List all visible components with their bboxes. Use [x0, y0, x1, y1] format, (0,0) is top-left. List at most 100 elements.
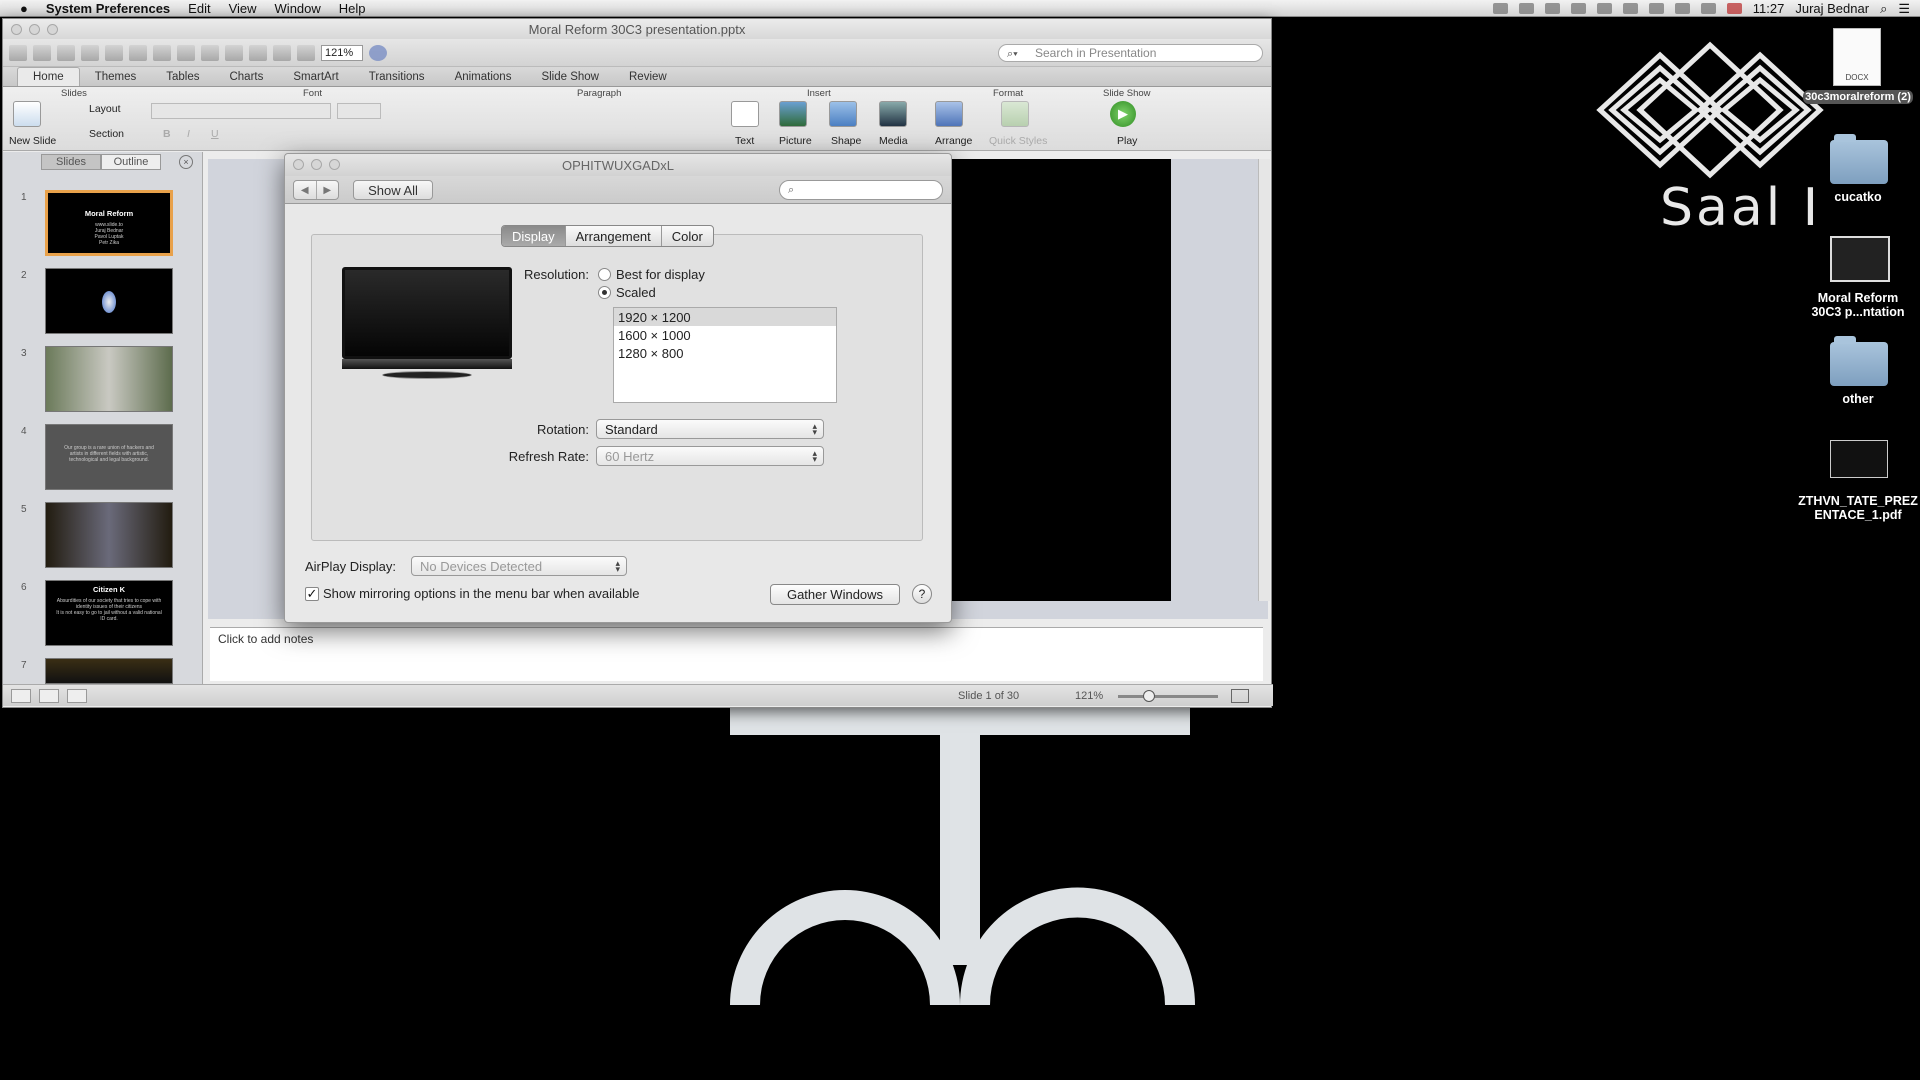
- quick-styles-icon[interactable]: [1001, 101, 1029, 127]
- folder-icon[interactable]: [1830, 134, 1888, 184]
- user-name[interactable]: Juraj Bednar: [1795, 1, 1869, 16]
- templates-icon[interactable]: [33, 44, 51, 61]
- undo-icon[interactable]: [225, 44, 243, 61]
- battery-icon[interactable]: [1700, 3, 1716, 14]
- play-button[interactable]: Play: [1117, 135, 1137, 147]
- cloud-icon[interactable]: [1570, 3, 1586, 14]
- print-icon[interactable]: [105, 44, 123, 61]
- timemachine-icon[interactable]: [1596, 3, 1612, 14]
- redo-icon[interactable]: [249, 44, 267, 61]
- flag-icon[interactable]: [1726, 3, 1742, 14]
- clock[interactable]: 11:27: [1753, 1, 1785, 16]
- new-slide-button[interactable]: New Slide: [9, 135, 56, 147]
- section-button[interactable]: Section: [89, 128, 124, 140]
- tab-arrangement[interactable]: Arrangement: [566, 226, 662, 246]
- menu-view[interactable]: View: [220, 1, 266, 16]
- pdf-file-icon[interactable]: [1830, 440, 1888, 478]
- zoom-button[interactable]: [47, 24, 58, 35]
- window-title-bar[interactable]: OPHITWUXGADxL: [285, 154, 951, 176]
- best-for-display-label[interactable]: Best for display: [616, 267, 705, 282]
- slide-thumbnail[interactable]: [45, 346, 173, 412]
- normal-view-icon[interactable]: [11, 689, 31, 703]
- messages-icon[interactable]: [1518, 3, 1534, 14]
- back-icon[interactable]: ◀: [294, 181, 317, 199]
- gallery-icon[interactable]: [273, 44, 291, 61]
- menu-help[interactable]: Help: [330, 1, 375, 16]
- fit-window-icon[interactable]: [1231, 689, 1249, 703]
- tab-outline[interactable]: Outline: [101, 154, 161, 170]
- tab-display[interactable]: Display: [502, 226, 566, 246]
- zoom-slider-knob[interactable]: [1143, 690, 1155, 702]
- resolution-option[interactable]: 1600 × 1000: [614, 326, 836, 344]
- tab-slides[interactable]: Slides: [41, 154, 101, 170]
- apple-icon[interactable]: ●: [0, 1, 37, 16]
- info-icon[interactable]: [1544, 3, 1560, 14]
- resolution-option[interactable]: 1920 × 1200: [614, 308, 836, 326]
- scaled-label[interactable]: Scaled: [616, 285, 656, 300]
- forward-icon[interactable]: ▶: [317, 181, 339, 199]
- wifi-icon[interactable]: [1648, 3, 1664, 14]
- scaled-radio[interactable]: [598, 286, 611, 299]
- desktop-icon-label[interactable]: other: [1803, 392, 1913, 406]
- preferences-search-input[interactable]: ⌕: [779, 180, 943, 200]
- search-input[interactable]: ⌕▾ Search in Presentation: [998, 44, 1263, 62]
- zoom-button[interactable]: [329, 159, 340, 170]
- picture-button[interactable]: Picture: [779, 135, 812, 147]
- slide-thumbnail[interactable]: Our group is a rare union of hackers and…: [45, 424, 173, 490]
- vertical-scrollbar[interactable]: [1258, 159, 1270, 601]
- tab-review[interactable]: Review: [614, 68, 682, 86]
- current-slide[interactable]: [951, 159, 1171, 601]
- paste-icon[interactable]: [177, 44, 195, 61]
- notes-pane[interactable]: Click to add notes: [210, 627, 1263, 681]
- open-icon[interactable]: [57, 44, 75, 61]
- new-icon[interactable]: [9, 44, 27, 61]
- resolution-option[interactable]: 1280 × 800: [614, 344, 836, 362]
- desktop-icon-label[interactable]: ZTHVN_TATE_PREZENTACE_1.pdf: [1798, 494, 1918, 522]
- zoom-select[interactable]: 121%: [321, 44, 363, 61]
- media-button[interactable]: Media: [879, 135, 908, 147]
- sidebar-icon[interactable]: [297, 44, 315, 61]
- slide-thumbnail[interactable]: [45, 658, 173, 684]
- volume-icon[interactable]: [1674, 3, 1690, 14]
- layout-button[interactable]: Layout: [89, 103, 121, 115]
- play-icon[interactable]: ▶: [1110, 101, 1136, 127]
- close-button[interactable]: [11, 24, 22, 35]
- slide-thumbnail[interactable]: Citizen K Absurdities of our society tha…: [45, 580, 173, 646]
- help-button[interactable]: ?: [912, 584, 932, 604]
- minimize-button[interactable]: [29, 24, 40, 35]
- picture-icon[interactable]: [779, 101, 807, 127]
- arrange-button[interactable]: Arrange: [935, 135, 972, 147]
- format-icon[interactable]: [201, 44, 219, 61]
- spotlight-icon[interactable]: ⌕: [1880, 1, 1887, 17]
- tab-smartart[interactable]: SmartArt: [278, 68, 353, 86]
- slide-thumbnail[interactable]: [45, 502, 173, 568]
- minimize-button[interactable]: [311, 159, 322, 170]
- presenter-view-icon[interactable]: [67, 689, 87, 703]
- slide-thumbnail[interactable]: Moral Reform www.slide.to Juraj Bednar P…: [45, 190, 173, 256]
- shape-icon[interactable]: [829, 101, 857, 127]
- show-all-button[interactable]: Show All: [353, 180, 433, 200]
- text-button[interactable]: Text: [735, 135, 754, 147]
- cut-icon[interactable]: [129, 44, 147, 61]
- shape-button[interactable]: Shape: [831, 135, 861, 147]
- desktop-icon-label[interactable]: cucatko: [1803, 190, 1913, 204]
- resolution-list[interactable]: 1920 × 1200 1600 × 1000 1280 × 800: [613, 307, 837, 403]
- document-icon[interactable]: DOCX: [1833, 28, 1881, 86]
- media-icon[interactable]: [879, 101, 907, 127]
- back-forward-control[interactable]: ◀ ▶: [293, 180, 339, 200]
- copy-icon[interactable]: [153, 44, 171, 61]
- bluetooth-icon[interactable]: [1622, 3, 1638, 14]
- font-size-select[interactable]: [337, 103, 381, 119]
- arrange-icon[interactable]: [935, 101, 963, 127]
- tab-charts[interactable]: Charts: [214, 68, 278, 86]
- menu-edit[interactable]: Edit: [179, 1, 219, 16]
- new-slide-icon[interactable]: [13, 101, 41, 127]
- tab-slide-show[interactable]: Slide Show: [526, 68, 614, 86]
- zoom-slider[interactable]: [1118, 695, 1218, 698]
- desktop-icon-label[interactable]: Moral Reform 30C3 p...ntation: [1803, 291, 1913, 319]
- app-menu[interactable]: System Preferences: [37, 1, 179, 16]
- text-icon[interactable]: [731, 101, 759, 127]
- underline-button[interactable]: U: [211, 128, 219, 140]
- save-icon[interactable]: [81, 44, 99, 61]
- gather-windows-button[interactable]: Gather Windows: [770, 584, 900, 605]
